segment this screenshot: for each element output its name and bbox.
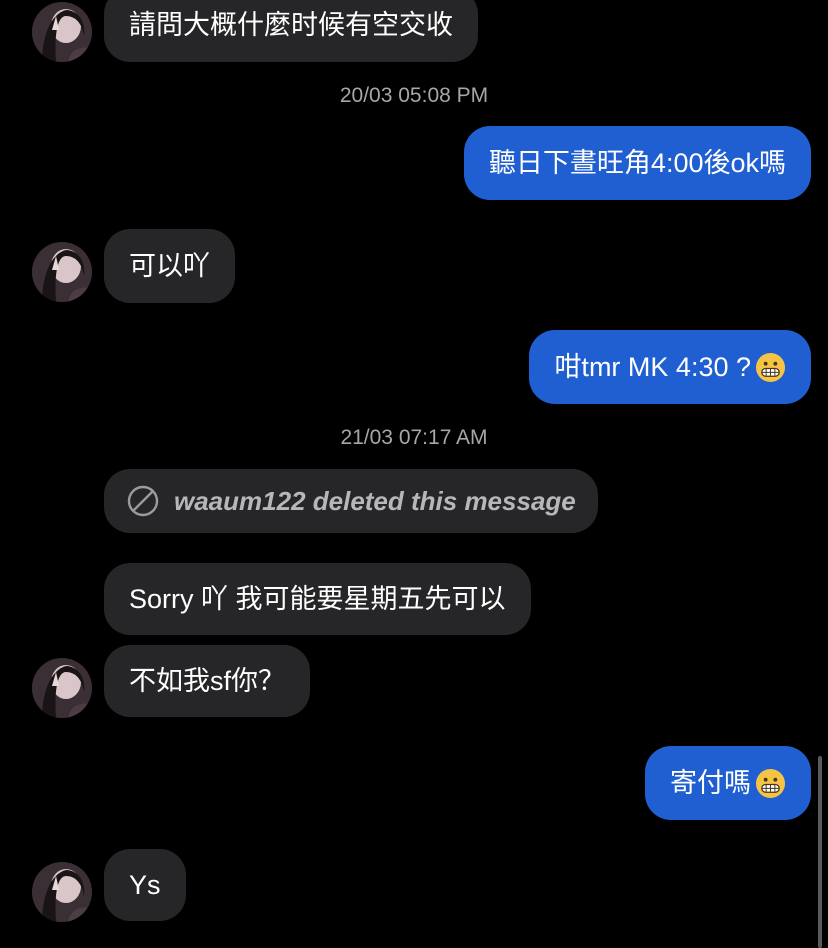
incoming-message[interactable]: 可以吖 (104, 229, 235, 303)
incoming-message[interactable]: Sorry 吖 我可能要星期五先可以 (104, 563, 531, 635)
message-text: 咁tmr MK 4:30 ? (554, 352, 751, 382)
message-text: 可以吖 (129, 251, 210, 281)
avatar[interactable] (32, 242, 92, 302)
timestamp: 21/03 07:17 AM (340, 426, 488, 449)
avatar-image (32, 242, 92, 302)
scrollbar[interactable] (818, 756, 822, 948)
timestamp: 20/03 05:08 PM (339, 84, 489, 107)
avatar[interactable] (32, 862, 92, 922)
ban-icon (126, 484, 160, 518)
avatar-image (32, 658, 92, 718)
message-text: Sorry 吖 我可能要星期五先可以 (129, 584, 506, 614)
message-text: 寄付嗎 (670, 768, 751, 798)
message-text: Ys (129, 870, 161, 900)
grimacing-face-icon (755, 352, 786, 382)
deleted-message[interactable]: waaum122 deleted this message (104, 469, 598, 533)
message-text: 請問大概什麼时候有空交收 (129, 10, 453, 40)
avatar[interactable] (32, 2, 92, 62)
message-text: 聽日下晝旺角4:00後ok嗎 (488, 148, 786, 178)
incoming-message[interactable]: Ys (104, 849, 186, 921)
outgoing-message[interactable]: 寄付嗎 (645, 746, 811, 820)
avatar[interactable] (32, 658, 92, 718)
deleted-message-text: waaum122 deleted this message (174, 485, 576, 516)
avatar-image (32, 862, 92, 922)
message-text: 不如我sf你？ (129, 666, 286, 696)
outgoing-message[interactable]: 咁tmr MK 4:30 ? (529, 330, 811, 404)
outgoing-message[interactable]: 聽日下晝旺角4:00後ok嗎 (463, 126, 811, 200)
incoming-message[interactable]: 不如我sf你？ (104, 645, 311, 717)
incoming-message[interactable]: 請問大概什麼时候有空交收 (104, 0, 478, 62)
grimacing-face-icon (755, 768, 786, 798)
avatar-image (32, 2, 92, 62)
